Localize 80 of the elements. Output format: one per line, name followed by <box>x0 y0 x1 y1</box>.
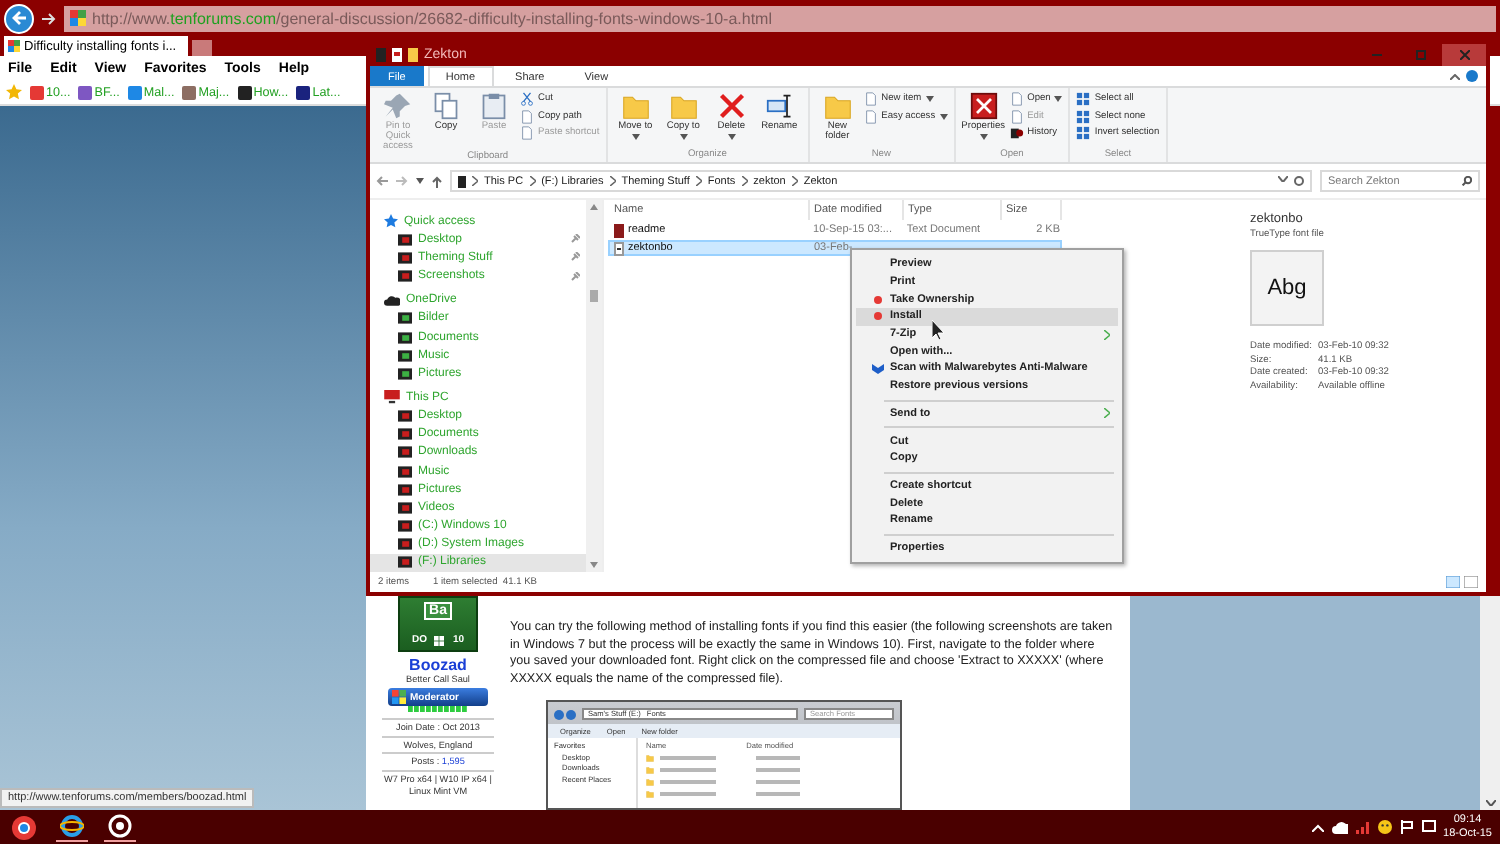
close-button[interactable] <box>1442 44 1486 66</box>
taskbar-button[interactable] <box>8 812 40 842</box>
scroll-down-icon <box>1485 800 1495 806</box>
scroll-down-icon <box>590 562 598 568</box>
tiles-view-icon[interactable] <box>1464 576 1478 588</box>
scissors-icon <box>520 92 534 107</box>
star-icon <box>384 214 398 229</box>
globe-ring-icon <box>60 814 84 838</box>
chevron-right-icon <box>529 176 536 186</box>
book-icon <box>614 223 624 237</box>
details-view-icon[interactable] <box>1446 576 1460 588</box>
cloud-icon <box>1331 821 1348 833</box>
site-icon <box>237 85 252 99</box>
site-icon <box>78 85 93 99</box>
close-icon <box>1459 50 1469 60</box>
message-icon <box>1421 820 1436 834</box>
pin-icon <box>384 92 412 120</box>
pin-icon <box>570 252 580 263</box>
caret-icon <box>939 113 948 120</box>
chevron-right-icon <box>1104 408 1110 419</box>
chevron-up-icon <box>1450 73 1460 79</box>
site-icon <box>70 10 86 26</box>
star-icon <box>6 84 22 100</box>
copy-icon <box>432 92 460 120</box>
chevron-right-icon <box>695 176 702 186</box>
taskbar-button[interactable] <box>104 812 136 842</box>
chevron-right-icon <box>741 176 748 186</box>
site-icon <box>182 85 197 99</box>
monitor-icon <box>384 390 400 405</box>
windows-logo-icon <box>434 635 445 645</box>
caret-icon <box>727 134 736 140</box>
site-icon <box>8 40 20 52</box>
refresh-icon <box>1294 176 1304 186</box>
back-arrow-icon <box>11 10 27 26</box>
pin-icon <box>570 271 580 282</box>
smiley-icon <box>1377 820 1392 834</box>
chevron-right-icon <box>1104 329 1110 340</box>
forward-arrow-icon[interactable] <box>42 11 56 25</box>
clipboard-icon <box>480 92 508 120</box>
shield-logo-icon <box>871 363 883 374</box>
cursor-icon <box>932 320 946 340</box>
chevron-right-icon <box>472 176 478 186</box>
delete-icon <box>717 92 746 120</box>
taskbar-button[interactable] <box>56 812 88 842</box>
document-icon <box>392 48 402 62</box>
target-icon <box>108 814 132 838</box>
caret-icon <box>679 134 688 140</box>
caret-icon <box>979 134 988 140</box>
dot-icon <box>873 295 881 304</box>
chevron-right-icon <box>609 176 616 186</box>
signal-icon <box>1355 821 1370 833</box>
rename-icon <box>765 92 794 120</box>
back-forward-icon <box>554 709 576 720</box>
site-icon <box>30 85 44 99</box>
chevron-up-icon <box>1311 823 1324 831</box>
up-arrow-icon[interactable] <box>432 175 442 187</box>
help-icon <box>1466 70 1478 82</box>
back-arrow-icon[interactable] <box>376 176 388 186</box>
chevron-down-icon <box>1278 176 1288 182</box>
pin-icon <box>570 234 580 245</box>
caret-icon <box>416 178 424 184</box>
dot-icon <box>873 312 881 321</box>
scroll-up-icon <box>590 204 598 210</box>
font-file-icon <box>614 241 624 255</box>
maximize-icon <box>1415 50 1425 60</box>
properties-icon <box>969 92 998 120</box>
reputation-bar <box>408 706 468 712</box>
windows-flag-icon <box>392 690 406 704</box>
chrome-circle-icon <box>12 815 36 839</box>
username-link[interactable]: Boozad <box>409 656 467 674</box>
flag-icon <box>1399 820 1414 834</box>
search-icon <box>1462 176 1472 186</box>
chevron-right-icon <box>791 176 798 186</box>
back-button[interactable] <box>4 3 34 33</box>
cloud-icon <box>384 293 400 308</box>
history-icon <box>1009 126 1024 141</box>
font-preview: Abg <box>1250 250 1324 326</box>
site-icon <box>127 85 142 99</box>
caret-icon <box>631 134 640 140</box>
site-icon <box>296 85 311 99</box>
